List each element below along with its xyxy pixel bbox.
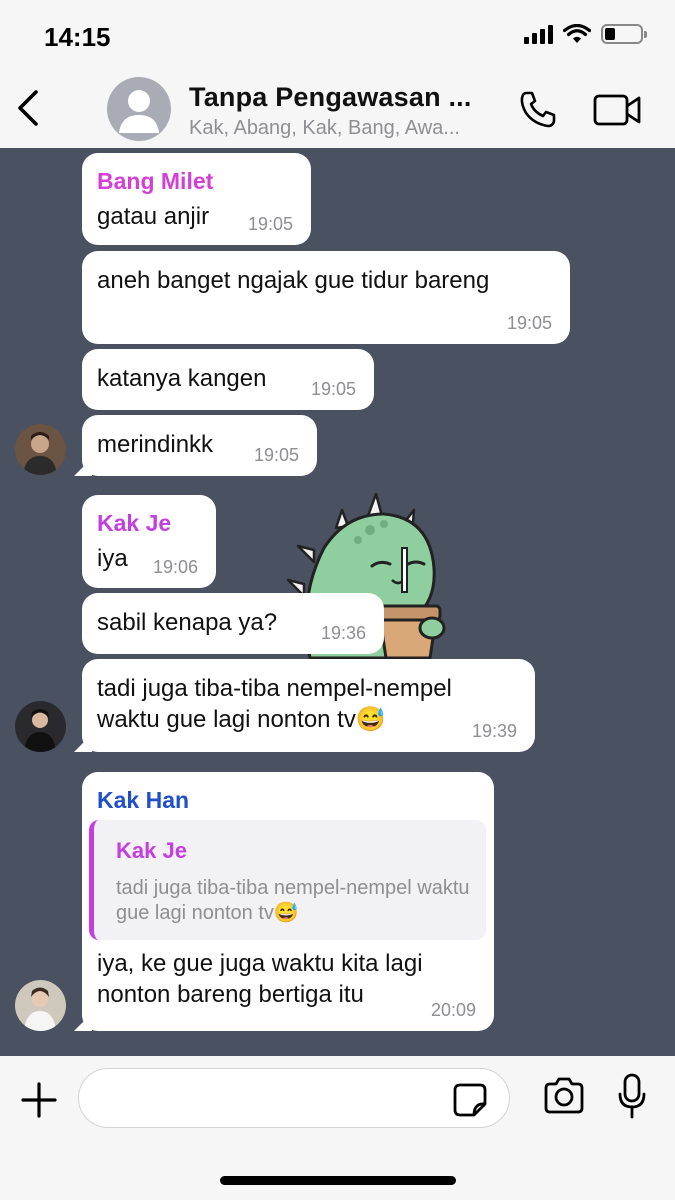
status-icons <box>524 24 647 44</box>
video-call-icon[interactable] <box>592 92 642 128</box>
phone-icon[interactable] <box>518 89 558 129</box>
person-icon <box>119 90 159 133</box>
chat-area[interactable]: Bang Milet gatau anjir 19:05 aneh banget… <box>0 148 675 1056</box>
message-bubble[interactable]: Kak Je iya 19:06 <box>82 495 216 588</box>
message-input[interactable] <box>78 1068 510 1128</box>
message-bubble[interactable]: katanya kangen 19:05 <box>82 349 374 410</box>
avatar[interactable] <box>15 980 66 1031</box>
wifi-icon <box>563 24 591 43</box>
camera-icon[interactable] <box>542 1076 586 1116</box>
home-indicator[interactable] <box>220 1176 456 1185</box>
message-time: 20:09 <box>430 1000 476 1020</box>
plus-icon[interactable] <box>21 1082 57 1118</box>
message-time: 19:06 <box>152 557 198 577</box>
message-time: 19:05 <box>310 379 356 399</box>
chat-header: Tanpa Pengawasan ... Kak, Abang, Kak, Ba… <box>0 72 675 148</box>
message-bubble[interactable]: tadi juga tiba-tiba nempel-nempel waktu … <box>82 659 535 752</box>
back-icon[interactable] <box>14 86 44 130</box>
message-bubble[interactable]: aneh banget ngajak gue tidur bareng 19:0… <box>82 251 570 344</box>
reply-quote[interactable]: Kak Je tadi juga tiba-tiba nempel-nempel… <box>89 820 486 940</box>
quote-text: tadi juga tiba-tiba nempel-nempel waktu … <box>116 877 470 924</box>
microphone-icon[interactable] <box>617 1073 647 1119</box>
sticker-icon[interactable] <box>452 1082 488 1118</box>
chat-title[interactable]: Tanpa Pengawasan ... <box>189 82 472 113</box>
chat-members[interactable]: Kak, Abang, Kak, Bang, Awa... <box>189 117 460 140</box>
input-bar <box>0 1056 675 1200</box>
avatar[interactable] <box>15 424 66 475</box>
message-time: 19:39 <box>471 721 517 741</box>
message-bubble[interactable]: Kak Han Kak Je tadi juga tiba-tiba nempe… <box>82 772 494 1031</box>
message-time: 19:05 <box>247 214 293 234</box>
message-text: aneh banget ngajak gue tidur bareng <box>97 267 490 294</box>
message-bubble[interactable]: merindinkk 19:05 <box>82 415 317 476</box>
message-time: 19:05 <box>253 445 299 465</box>
message-sender: Bang Milet <box>97 168 214 194</box>
quote-sender: Kak Je <box>116 838 187 863</box>
avatar[interactable] <box>15 701 66 752</box>
message-text: tadi juga tiba-tiba nempel-nempel waktu … <box>97 675 452 733</box>
person-photo-icon <box>15 701 66 752</box>
message-text: iya, ke gue juga waktu kita lagi nonton … <box>97 950 423 1008</box>
battery-icon <box>601 24 647 44</box>
person-photo-icon <box>15 980 66 1031</box>
signal-icon <box>524 24 553 44</box>
message-bubble[interactable]: Bang Milet gatau anjir 19:05 <box>82 153 311 245</box>
message-sender: Kak Je <box>97 510 172 536</box>
group-avatar[interactable] <box>107 77 171 141</box>
status-bar: 14:15 <box>0 0 675 72</box>
person-photo-icon <box>15 424 66 475</box>
message-sender: Kak Han <box>97 787 190 813</box>
message-time: 19:36 <box>320 623 366 643</box>
status-time: 14:15 <box>44 22 111 52</box>
message-time: 19:05 <box>506 313 552 333</box>
message-bubble[interactable]: sabil kenapa ya? 19:36 <box>82 593 384 654</box>
